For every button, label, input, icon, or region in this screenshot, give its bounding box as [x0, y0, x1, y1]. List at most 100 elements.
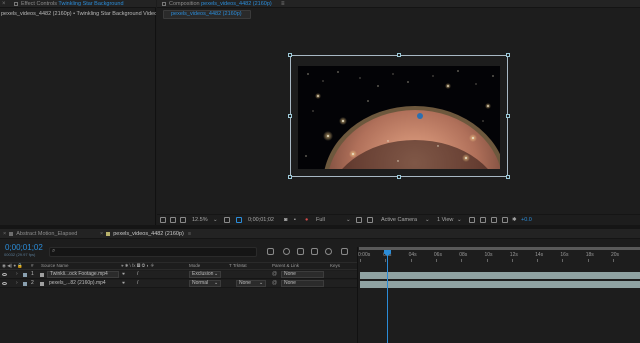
shy-switch-icon[interactable]: ⚹	[122, 271, 125, 278]
reset-exposure-icon[interactable]: ✱	[512, 216, 517, 224]
tab-composition[interactable]: Composition pexels_videos_4482 (2160p)	[162, 0, 272, 8]
chevron-down-icon[interactable]: ⌄	[457, 216, 462, 224]
pick-whip-icon[interactable]: @	[272, 271, 277, 278]
draft-3d-icon[interactable]	[283, 248, 290, 255]
view-layout-select[interactable]: 1 View	[437, 216, 453, 224]
comp-icon	[9, 231, 14, 236]
parent-select[interactable]: None	[281, 271, 324, 278]
tab-effect-controls[interactable]: Effect Controls Twinkling Star Backgroun…	[14, 0, 124, 8]
eye-icon[interactable]	[2, 273, 7, 276]
region-of-interest-icon[interactable]	[356, 217, 362, 223]
composition-subtab[interactable]: pexels_videos_4482 (2160p)	[163, 10, 251, 19]
chevron-down-icon[interactable]: ⌄	[346, 216, 351, 224]
motion-blur-icon[interactable]	[325, 248, 332, 255]
shy-switch-icon[interactable]: ⚹	[122, 280, 125, 287]
effect-controls-layer-name: Twinkling Star Background	[58, 1, 124, 7]
chevron-down-icon[interactable]: ⌄	[213, 216, 218, 224]
layer-name[interactable]: pexels_...82 (2160p).mp4	[49, 280, 106, 287]
timeline-icon[interactable]	[491, 217, 497, 223]
grid-icon[interactable]	[180, 217, 186, 223]
lock-icon[interactable]	[162, 1, 166, 6]
mask-visibility-icon[interactable]	[236, 217, 242, 223]
switches-icons: ⚹ ✱ \ fx ▦ ◎ ◐ ◈	[121, 263, 155, 268]
shy-layers-icon[interactable]	[297, 248, 304, 255]
monitor-icon[interactable]	[170, 217, 176, 223]
column-trkmat[interactable]: T TrkMat	[229, 263, 247, 269]
planet-starfield-image	[298, 66, 500, 169]
transform-handle[interactable]	[397, 175, 401, 179]
column-mode[interactable]: Mode	[189, 263, 200, 269]
transform-handle[interactable]	[506, 175, 510, 179]
lock-icon[interactable]	[14, 1, 18, 6]
resolution-select[interactable]: Full	[316, 216, 325, 224]
eye-icon[interactable]	[2, 282, 7, 285]
close-icon[interactable]: ×	[3, 231, 6, 237]
tab-composition-label: Composition	[169, 1, 200, 7]
transform-handle[interactable]	[288, 114, 292, 118]
label-color-swatch[interactable]	[23, 273, 27, 277]
transform-handle[interactable]	[288, 53, 292, 57]
chevron-down-icon[interactable]: ⌄	[214, 280, 218, 287]
camera-select[interactable]: Active Camera	[381, 216, 417, 224]
viewer-timecode[interactable]: 0;00;01;02	[248, 216, 274, 224]
color-channel-icon[interactable]: ●	[305, 216, 308, 224]
column-parent-link[interactable]: Parent & Link	[272, 263, 299, 269]
ruler-tick-label: 18s	[585, 252, 594, 258]
work-area-bar[interactable]	[359, 247, 640, 250]
toggle-pixel-icon[interactable]	[469, 217, 475, 223]
search-icon: ⌕	[52, 248, 56, 254]
effect-controls-panel	[0, 0, 156, 225]
expand-arrow-icon[interactable]: ›	[16, 280, 18, 287]
zoom-level[interactable]: 12.5%	[192, 216, 208, 224]
ruler-tick-label: 08s	[459, 252, 468, 258]
current-time-indicator[interactable]	[387, 252, 388, 343]
tab-pexels-comp[interactable]: × pexels_videos_4482 (2160p) ≡	[100, 229, 191, 239]
transform-handle[interactable]	[506, 114, 510, 118]
parent-select[interactable]: None	[281, 280, 324, 287]
tab-effect-controls-label: Effect Controls	[21, 1, 57, 7]
layer-name[interactable]: Twinkli...ock Footage.mp4	[47, 271, 119, 278]
composition-mini-flowchart-icon[interactable]	[267, 248, 274, 255]
snapshot-icon[interactable]: ◙	[284, 216, 287, 224]
layer-number: 2	[31, 280, 34, 286]
panel-menu-icon[interactable]: ≡	[281, 1, 285, 7]
timeline-tabbar	[0, 229, 640, 239]
ruler-tick-label: 04s	[408, 252, 417, 258]
layer-1-duration-bar[interactable]	[360, 272, 640, 279]
transform-handle[interactable]	[506, 53, 510, 57]
panel-menu-icon[interactable]: ≡	[188, 231, 191, 237]
tab-abstract-motion[interactable]: × Abstract Motion_Elapsed	[3, 229, 77, 239]
column-source-name[interactable]: Source Name	[41, 263, 69, 269]
chevron-down-icon[interactable]: ⌄	[259, 280, 263, 287]
fast-preview-icon[interactable]	[480, 217, 486, 223]
transform-handle[interactable]	[288, 175, 292, 179]
transform-handle[interactable]	[397, 53, 401, 57]
ruler-tick-label: 20s	[611, 252, 620, 258]
ruler-tick-label: 10s	[484, 252, 493, 258]
composition-name: pexels_videos_4482 (2160p)	[201, 1, 272, 7]
quality-switch-icon[interactable]: /	[137, 280, 138, 287]
chevron-down-icon[interactable]: ⌄	[425, 216, 430, 224]
label-color-swatch[interactable]	[23, 282, 27, 286]
transparency-grid-icon[interactable]	[367, 217, 373, 223]
expand-arrow-icon[interactable]: ›	[16, 271, 18, 278]
tab-abstract-motion-label: Abstract Motion_Elapsed	[16, 231, 78, 237]
layer-2-duration-bar[interactable]	[360, 281, 640, 288]
exposure-value[interactable]: +0.0	[521, 216, 532, 224]
graph-editor-icon[interactable]	[341, 248, 348, 255]
footage-icon	[40, 273, 44, 277]
magnification-icon[interactable]	[160, 217, 166, 223]
ruler-tick-label: 0:00s	[358, 252, 371, 258]
frame-blending-icon[interactable]	[311, 248, 318, 255]
frame-count: 00032 (29.97 fps)	[4, 252, 36, 257]
show-snapshot-icon[interactable]: ▪	[294, 216, 296, 224]
quality-switch-icon[interactable]: /	[137, 271, 138, 278]
close-icon[interactable]: ×	[100, 231, 103, 237]
search-input[interactable]	[49, 247, 257, 257]
timeline-timecode[interactable]: 0;00;01;02	[5, 244, 43, 252]
chevron-down-icon[interactable]: ⌄	[214, 271, 218, 278]
pick-whip-icon[interactable]: @	[272, 280, 277, 287]
resolution-icon[interactable]	[224, 217, 230, 223]
flowchart-icon[interactable]	[502, 217, 508, 223]
close-icon[interactable]: ×	[2, 1, 8, 7]
